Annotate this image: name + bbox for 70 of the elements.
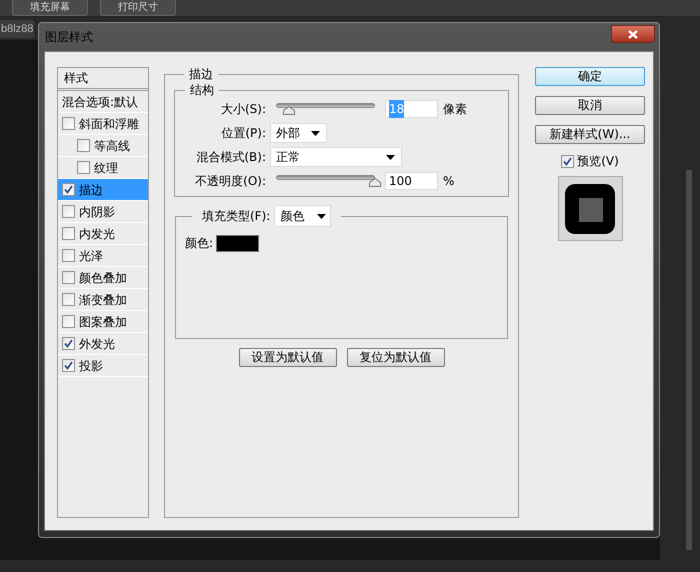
checkbox[interactable] xyxy=(77,139,90,152)
list-item[interactable]: 光泽 xyxy=(58,245,148,267)
list-item[interactable]: 颜色叠加 xyxy=(58,267,148,289)
list-header: 样式 xyxy=(58,68,148,91)
dialog-button[interactable]: 取消 xyxy=(535,96,645,115)
dropdown[interactable]: 外部 xyxy=(270,123,327,143)
field-label: 位置(P): xyxy=(220,125,266,142)
list-item[interactable]: 混合选项:默认 xyxy=(58,91,148,113)
group-title: 结构 xyxy=(189,83,215,97)
document-tab[interactable]: b8lz88 xyxy=(0,20,34,38)
toolbar-button[interactable]: 填充屏幕 xyxy=(12,0,88,16)
panel-title: 描边 xyxy=(188,67,214,81)
window-title: 图层样式 xyxy=(45,29,93,46)
checkbox[interactable] xyxy=(62,293,75,306)
item-label: 图案叠加 xyxy=(79,314,127,330)
item-label: 投影 xyxy=(79,358,103,374)
field-label: 不透明度(O): xyxy=(194,173,266,190)
close-button[interactable] xyxy=(611,25,655,43)
list-item[interactable]: 内发光 xyxy=(58,223,148,245)
caret-icon xyxy=(311,130,320,136)
caret-icon xyxy=(386,154,395,160)
checkbox[interactable] xyxy=(561,154,574,168)
color-swatch[interactable] xyxy=(216,234,260,252)
checkbox[interactable] xyxy=(62,117,75,130)
fill-type-label: 填充类型(F): xyxy=(202,208,270,225)
checkbox[interactable] xyxy=(62,249,75,262)
checkbox[interactable] xyxy=(62,359,75,372)
slider-thumb[interactable] xyxy=(369,178,381,187)
list-item[interactable]: 描边 xyxy=(58,179,148,201)
item-label: 内阴影 xyxy=(79,204,115,220)
list-item[interactable]: 等高线 xyxy=(58,135,148,157)
list-item[interactable]: 外发光 xyxy=(58,333,148,355)
close-icon xyxy=(628,30,638,38)
caret-icon xyxy=(317,214,326,218)
field-label: 混合模式(B): xyxy=(195,149,266,166)
item-label: 纹理 xyxy=(94,160,118,176)
field-label: 大小(S): xyxy=(220,101,266,118)
checkbox[interactable] xyxy=(62,271,75,284)
checkbox[interactable] xyxy=(62,205,75,218)
list-item[interactable]: 投影 xyxy=(58,355,148,377)
dialog-button[interactable]: 确定 xyxy=(535,67,645,86)
color-label: 颜色: xyxy=(185,235,214,252)
item-label: 等高线 xyxy=(94,138,130,154)
item-label: 渐变叠加 xyxy=(79,292,127,308)
value-input[interactable]: 100 xyxy=(385,172,438,190)
fill-type-dropdown[interactable]: 颜色 xyxy=(274,205,332,227)
item-label: 光泽 xyxy=(79,248,103,264)
item-label: 内发光 xyxy=(79,226,115,242)
dialog-button[interactable]: 新建样式(W)... xyxy=(535,125,645,144)
item-label: 描边 xyxy=(79,182,103,198)
default-button[interactable]: 设置为默认值 xyxy=(238,348,336,367)
checkbox[interactable] xyxy=(62,337,75,350)
item-label: 颜色叠加 xyxy=(79,270,127,286)
checkbox[interactable] xyxy=(62,315,75,328)
list-item[interactable]: 渐变叠加 xyxy=(58,289,148,311)
dropdown[interactable]: 正常 xyxy=(270,147,402,167)
checkbox[interactable] xyxy=(62,183,75,196)
checkbox[interactable] xyxy=(77,161,90,174)
checkbox[interactable] xyxy=(62,227,75,240)
unit-label: % xyxy=(443,173,454,190)
preview-thumbnail xyxy=(558,176,623,241)
list-item[interactable]: 内阴影 xyxy=(58,201,148,223)
item-label: 外发光 xyxy=(79,336,115,352)
unit-label: 像素 xyxy=(443,101,467,118)
list-item[interactable]: 斜面和浮雕 xyxy=(58,113,148,135)
preview-label: 预览(V) xyxy=(577,153,619,170)
list-item[interactable]: 图案叠加 xyxy=(58,311,148,333)
item-label: 斜面和浮雕 xyxy=(79,116,139,132)
default-button[interactable]: 复位为默认值 xyxy=(346,348,444,367)
toolbar-button[interactable]: 打印尺寸 xyxy=(100,0,176,16)
